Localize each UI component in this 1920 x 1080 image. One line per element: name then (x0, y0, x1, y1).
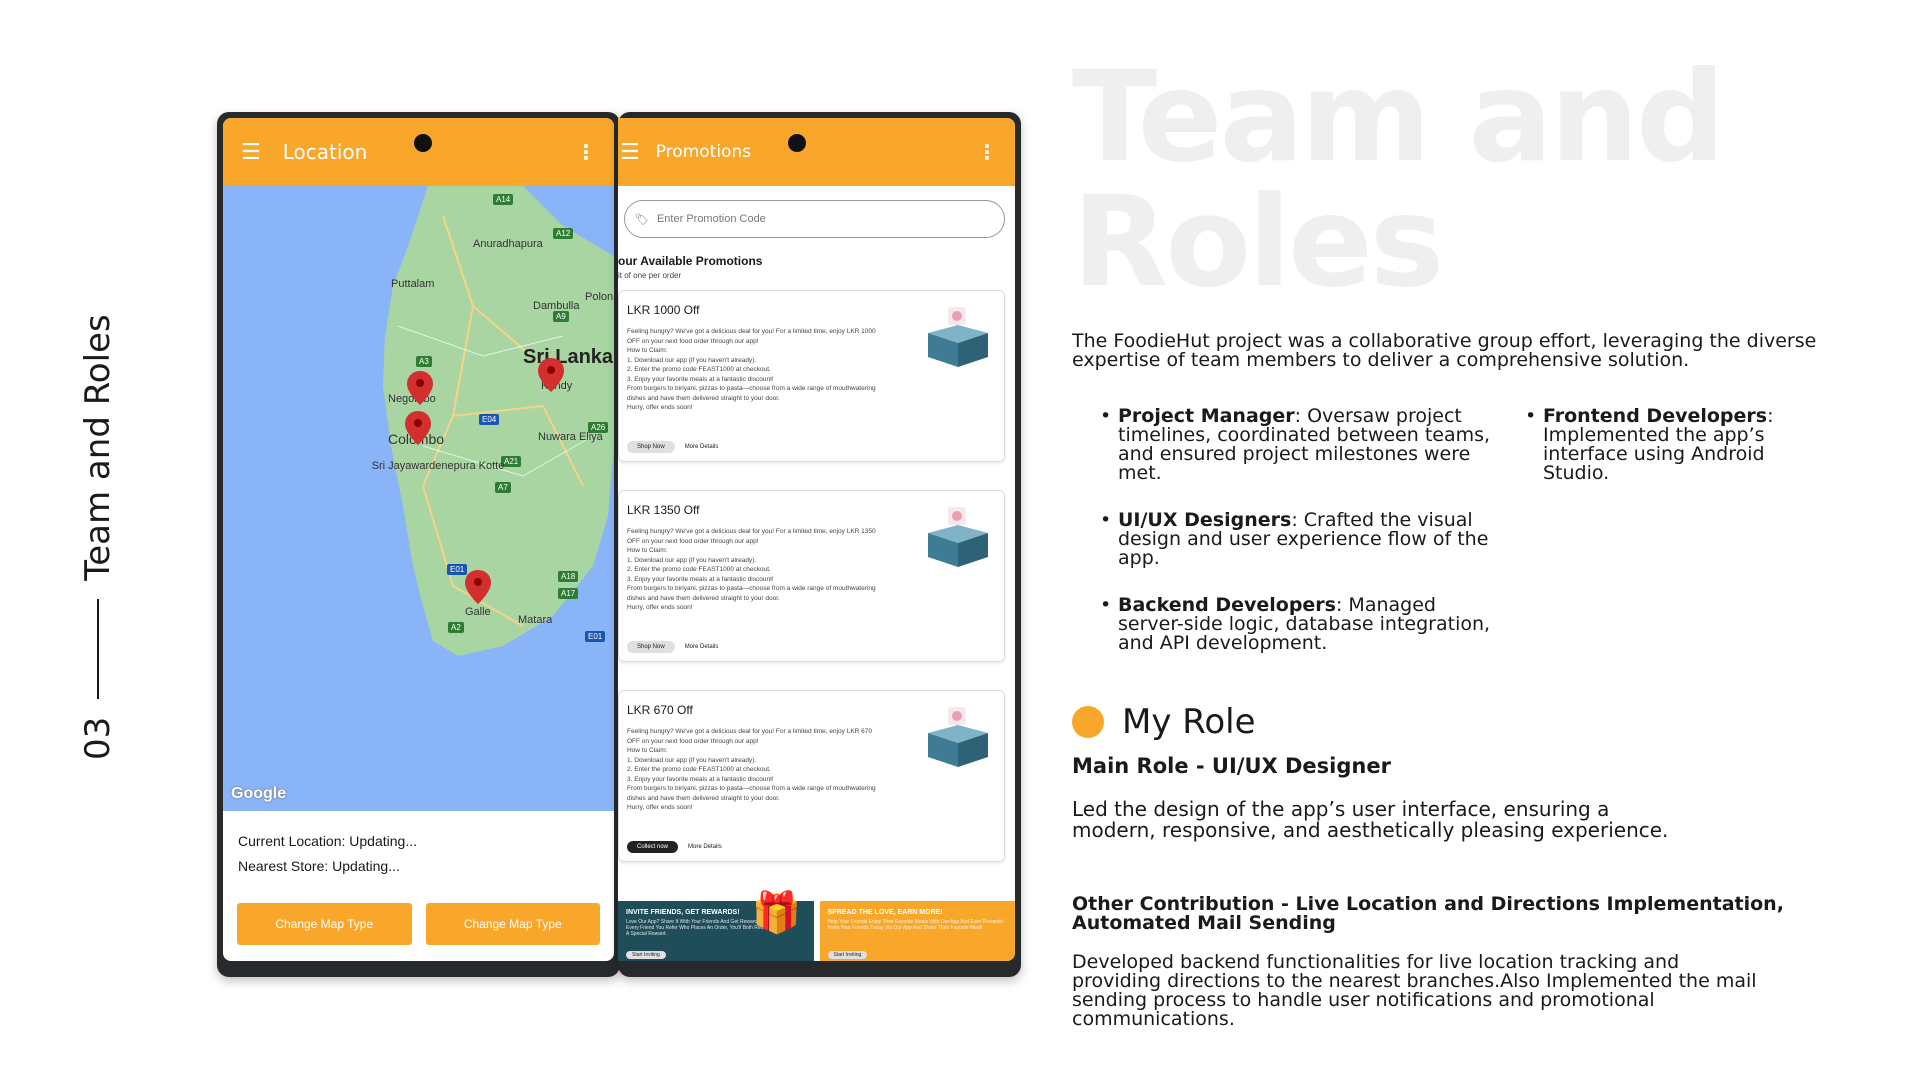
map-label-sri-lanka: Sri Lanka (523, 346, 614, 368)
road-badge: A17 (558, 588, 579, 599)
main-role: Main Role - UI/UX Designer (1072, 754, 1391, 778)
map-label-anuradhapura: Anuradhapura (473, 238, 543, 250)
banner-subtitle: Help Your Friends Enjoy Their Favorite M… (827, 919, 1004, 931)
map-label-dambulla: Dambulla (533, 300, 580, 312)
location-app-bar: ☰ Location ⋮ (223, 118, 614, 186)
location-info: Current Location: Updating... Nearest St… (223, 811, 614, 879)
section-number: 03 (78, 716, 118, 760)
nearest-store-text: Nearest Store: Updating... (238, 858, 400, 874)
location-pin-icon[interactable] (465, 570, 491, 604)
google-logo: Google (231, 785, 287, 802)
collect-now-button[interactable]: Collect now (627, 841, 679, 853)
road-badge: A3 (416, 356, 432, 367)
page-title-line2: Roles (1072, 170, 1444, 315)
current-location-text: Current Location: Updating... (238, 833, 417, 849)
promo-card[interactable]: LKR 1000 Off Feeling hungry? We've got a… (618, 290, 1005, 462)
map-label-nuwara-eliya: Nuwara Eliya (538, 431, 603, 443)
map-button-row: Change Map Type Change Map Type (237, 903, 600, 945)
road-badge: A12 (553, 228, 574, 239)
role-item: Project Manager: Oversaw project timelin… (1100, 407, 1500, 483)
side-title: Team and Roles (78, 314, 118, 581)
role-item: Frontend Developers: Implemented the app… (1525, 407, 1835, 483)
roles-list-right: Frontend Developers: Implemented the app… (1525, 407, 1835, 511)
promo-card[interactable]: LKR 670 Off Feeling hungry? We've got a … (618, 690, 1005, 862)
promo-card-actions: Collect now More Details (627, 841, 722, 853)
promotion-code-placeholder: Enter Promotion Code (656, 213, 766, 225)
more-details-link[interactable]: More Details (688, 844, 722, 850)
camera-punch-hole (788, 134, 806, 152)
more-details-link[interactable]: More Details (685, 444, 719, 450)
promotions-heading: our Available Promotions (618, 254, 763, 268)
road-badge: A14 (493, 194, 514, 205)
more-details-link[interactable]: More Details (685, 644, 719, 650)
promotion-code-input[interactable]: 🏷 Enter Promotion Code (624, 200, 1005, 238)
promo-card[interactable]: LKR 1350 Off Feeling hungry? We've got a… (618, 490, 1005, 662)
gift-box-icon (928, 707, 988, 767)
gift-box-icon (928, 307, 988, 367)
road-badge: A7 (495, 482, 511, 493)
location-screen: ☰ Location ⋮ A14 A12 A3 A9 E04 A21 A7 A2… (223, 118, 614, 961)
map-label-puttalam: Puttalam (391, 278, 435, 290)
map-label-polonnaruwa: Polon (585, 291, 614, 303)
map-view[interactable]: A14 A12 A3 A9 E04 A21 A7 A26 E01 A18 A17… (223, 186, 614, 811)
roles-list-left: Project Manager: Oversaw project timelin… (1100, 407, 1500, 681)
spread-love-banner[interactable]: SPREAD THE LOVE, EARN MORE! Help Your Fr… (819, 901, 1015, 961)
promo-card-body: Feeling hungry? We've got a delicious de… (627, 728, 876, 811)
location-pin-icon[interactable] (405, 411, 431, 445)
shop-now-button[interactable]: Shop Now (627, 641, 675, 653)
other-contribution-title: Other Contribution - Live Location and D… (1072, 893, 1784, 934)
map-label-kotte: Sri Jayawardenepura Kotte (371, 460, 505, 472)
change-map-type-button[interactable]: Change Map Type (237, 903, 412, 945)
shop-now-button[interactable]: Shop Now (627, 441, 675, 453)
intro-paragraph: The FoodieHut project was a collaborativ… (1072, 330, 1817, 371)
road-badge: A2 (448, 622, 464, 633)
promo-card-body: Feeling hungry? We've got a delicious de… (627, 528, 876, 611)
promo-card-body: Feeling hungry? We've got a delicious de… (627, 328, 876, 411)
invite-friends-banner[interactable]: INVITE FRIENDS, GET REWARDS! Love Our Ap… (618, 891, 814, 961)
road-badge: E01 (585, 631, 606, 642)
tag-icon: 🏷 (635, 213, 649, 226)
hamburger-menu-icon[interactable]: ☰ (620, 140, 640, 165)
map-label-matara: Matara (518, 614, 553, 626)
promo-banners: INVITE FRIENDS, GET REWARDS! Love Our Ap… (618, 891, 1015, 961)
page-title-line1: Team and (1072, 45, 1725, 190)
start-inviting-button[interactable]: Start Inviting (827, 951, 868, 959)
promotions-app-bar: ☰ Promotions ⋮ (618, 118, 1015, 186)
location-pin-icon[interactable] (538, 358, 564, 392)
role-item: Backend Developers: Managed server-side … (1100, 596, 1500, 653)
page-title: Team and Roles (1072, 55, 1832, 305)
start-inviting-button[interactable]: Start Inviting (626, 951, 666, 959)
change-map-type-button-2[interactable]: Change Map Type (425, 903, 600, 945)
promotions-screen: ☰ Promotions ⋮ 🏷 Enter Promotion Code ou… (618, 118, 1015, 961)
my-role-title: My Role (1122, 702, 1256, 742)
banner-title: SPREAD THE LOVE, EARN MORE! (827, 909, 943, 916)
gift-icon: 🎁 (751, 891, 802, 935)
hamburger-menu-icon[interactable]: ☰ (241, 140, 261, 165)
promo-card-actions: Shop Now More Details (627, 441, 718, 453)
phone-promotions-mockup: ☰ Promotions ⋮ 🏷 Enter Promotion Code ou… (618, 112, 1021, 977)
gift-box-icon (928, 507, 988, 567)
road-badge: E04 (479, 414, 500, 425)
side-divider (97, 598, 99, 699)
my-role-heading: My Role (1072, 702, 1256, 742)
road-badge: A9 (553, 311, 569, 322)
promotions-subheading: it of one per order (618, 271, 682, 280)
overflow-menu-icon[interactable]: ⋮ (977, 140, 997, 164)
promotions-title: Promotions (655, 142, 752, 162)
map-label-galle: Galle (465, 606, 491, 618)
role-item: UI/UX Designers: Crafted the visual desi… (1100, 511, 1500, 568)
overflow-menu-icon[interactable]: ⋮ (576, 140, 596, 164)
side-label: 03 Team and Roles (73, 160, 123, 760)
camera-punch-hole (414, 134, 432, 152)
orange-dot-icon (1072, 706, 1104, 738)
road-badge: A18 (558, 571, 579, 582)
location-pin-icon[interactable] (407, 371, 433, 405)
phone-location-mockup: ☰ Location ⋮ A14 A12 A3 A9 E04 A21 A7 A2… (217, 112, 620, 977)
role-description: Led the design of the app’s user interfa… (1072, 797, 1669, 842)
other-contribution-desc: Developed backend functionalities for li… (1072, 951, 1757, 1030)
promo-card-actions: Shop Now More Details (627, 641, 718, 653)
